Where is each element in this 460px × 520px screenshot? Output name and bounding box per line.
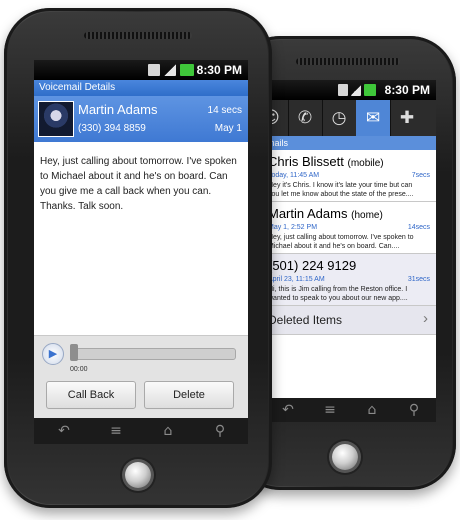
voicemail-date: May 1, 2:52 PM	[268, 224, 318, 231]
list-item[interactable]: (501) 224 9129 April 23, 11:15 AM 31secs…	[264, 254, 436, 306]
clock-icon: ◷	[331, 108, 347, 128]
detail-softkeys: ↶ ≡ ⌂ ⚲	[34, 418, 248, 444]
home-icon[interactable]: ⌂	[158, 424, 178, 438]
page-title: Voicemail Details	[34, 80, 248, 96]
chevron-right-icon: ›	[423, 310, 428, 327]
contact-number: (330) 394 8859	[78, 123, 146, 134]
voicemail-caller: Martin Adams (home)	[268, 206, 383, 221]
contact-header: Martin Adams (330) 394 8859 14 secs May …	[34, 96, 248, 142]
phone-icon: ✆	[297, 108, 313, 128]
seek-handle[interactable]	[70, 344, 78, 361]
list-phone-speaker	[296, 58, 400, 65]
detail-status-bar: 8:30 PM	[34, 60, 248, 80]
signal-icon	[351, 84, 361, 96]
list-status-bar: 8:30 PM	[264, 80, 436, 100]
play-button[interactable]: ▶	[42, 343, 64, 365]
tab-voicemail[interactable]: ✉	[356, 100, 391, 136]
contact-name: Martin Adams	[78, 102, 158, 117]
battery-icon	[364, 84, 376, 96]
deleted-items-row[interactable]: Deleted Items ›	[264, 306, 436, 335]
list-empty-area	[264, 335, 436, 398]
mail-icon: ✉	[365, 108, 381, 128]
tab-phone[interactable]: ✆	[288, 100, 323, 136]
menu-icon[interactable]: ≡	[320, 403, 340, 417]
delete-button[interactable]: Delete	[144, 381, 234, 409]
list-item[interactable]: Chris Blissett (mobile) Today, 11:45 AM …	[264, 150, 436, 202]
caller-name: Chris Blissett	[268, 154, 344, 169]
voicemail-duration: 31secs	[407, 276, 430, 283]
caller-name: (501) 224 9129	[268, 258, 357, 273]
battery-icon	[180, 64, 194, 76]
seek-bar[interactable]	[70, 348, 236, 360]
list-item[interactable]: Martin Adams (home) May 1, 2:52 PM 14sec…	[264, 202, 436, 254]
search-icon[interactable]: ⚲	[404, 403, 424, 417]
list-phone-screen: 8:30 PM ☺ ✆ ◷ ✉ ✚ mails Chris Blissett (…	[264, 80, 436, 398]
tab-bar: ☺ ✆ ◷ ✉ ✚	[264, 100, 436, 136]
status-time: 8:30 PM	[384, 83, 430, 97]
audio-player: ▶ 00:00 Call Back Delete	[34, 335, 248, 418]
voicemails-subheader: mails	[264, 136, 436, 150]
detail-phone: 8:30 PM Voicemail Details Martin Adams (…	[4, 8, 272, 508]
tab-dialpad[interactable]: ✚	[390, 100, 424, 136]
voicemail-date: April 23, 11:15 AM	[268, 276, 325, 283]
detail-phone-trackball[interactable]	[125, 462, 151, 488]
voicemail-duration: 14 secs	[207, 105, 242, 116]
3g-icon	[338, 84, 348, 96]
detail-phone-speaker	[84, 32, 192, 39]
back-icon[interactable]: ↶	[278, 403, 298, 417]
deleted-items-label: Deleted Items	[268, 313, 343, 327]
list-phone-trackball[interactable]	[332, 444, 358, 470]
caller-tag: (mobile)	[347, 158, 384, 169]
dialpad-icon: ✚	[399, 108, 415, 128]
voicemail-transcript: Hey, just calling about tomorrow. I've s…	[40, 156, 237, 212]
signal-icon	[164, 64, 176, 76]
caller-tag: (home)	[351, 210, 383, 221]
3g-icon	[148, 64, 160, 76]
voicemail-caller: (501) 224 9129	[268, 258, 356, 273]
detail-phone-screen: 8:30 PM Voicemail Details Martin Adams (…	[34, 60, 248, 418]
avatar	[38, 101, 74, 137]
play-icon: ▶	[48, 347, 58, 360]
list-softkeys: ↶ ≡ ⌂ ⚲	[264, 398, 436, 422]
tab-history[interactable]: ◷	[322, 100, 357, 136]
voicemail-caller: Chris Blissett (mobile)	[268, 154, 384, 169]
back-icon[interactable]: ↶	[54, 424, 74, 438]
voicemail-snippet: Hey it's Chris. I know it's late your ti…	[268, 182, 414, 198]
voicemail-snippet: Hey, just calling about tomorrow. I've s…	[268, 234, 414, 250]
home-icon[interactable]: ⌂	[362, 403, 382, 417]
voicemail-snippet: Hi, this is Jim calling from the Reston …	[268, 286, 408, 302]
menu-icon[interactable]: ≡	[106, 424, 126, 438]
search-icon[interactable]: ⚲	[210, 424, 230, 438]
elapsed-time: 00:00	[70, 366, 88, 373]
voicemail-duration: 14secs	[407, 224, 430, 231]
voicemail-duration: 7secs	[411, 172, 430, 179]
voicemail-date: Today, 11:45 AM	[268, 172, 320, 179]
status-time: 8:30 PM	[196, 63, 242, 77]
caller-name: Martin Adams	[268, 206, 348, 221]
voicemail-date: May 1	[214, 123, 242, 134]
call-back-button[interactable]: Call Back	[46, 381, 136, 409]
